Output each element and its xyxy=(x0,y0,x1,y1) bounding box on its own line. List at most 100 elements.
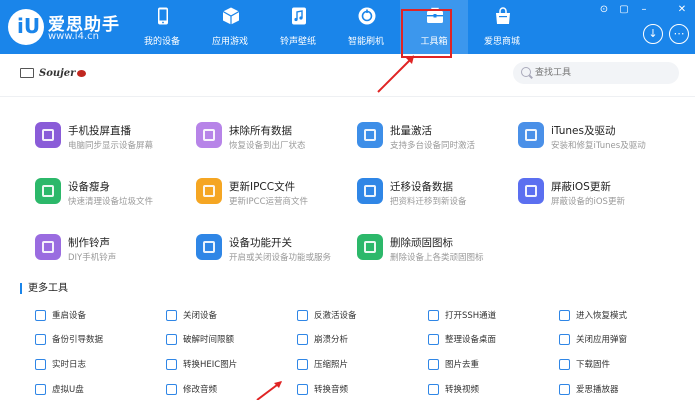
more-tool-item[interactable]: 备份引导数据 xyxy=(35,333,155,347)
audio-convert-icon xyxy=(297,384,308,395)
more-tool-label: 修改音频 xyxy=(183,385,218,395)
tool-title: 更新IPCC文件 xyxy=(229,181,296,193)
more-tool-item[interactable]: 下载固件 xyxy=(559,358,679,372)
more-tool-label: 爱思播放器 xyxy=(576,385,619,395)
divider xyxy=(0,96,695,97)
tool-description: 恢复设备到出厂状态 xyxy=(229,141,306,151)
more-tool-label: 转换音频 xyxy=(314,385,349,395)
tool-card[interactable]: 屏蔽iOS更新 屏蔽设备的iOS更新 xyxy=(518,178,678,212)
more-tool-item[interactable]: 打开SSH通道 xyxy=(428,309,548,323)
brand-url: www.i4.cn xyxy=(48,31,99,42)
tool-card[interactable]: 手机投屏直播 电脑同步显示设备屏幕 xyxy=(35,122,195,156)
tool-description: 电脑同步显示设备屏幕 xyxy=(68,141,154,151)
maximize-icon[interactable]: ▢ xyxy=(618,4,630,16)
tool-description: 开启或关闭设备功能或服务 xyxy=(229,253,332,263)
log-icon xyxy=(35,359,46,370)
firmware-icon xyxy=(559,359,570,370)
more-tool-item[interactable]: 整理设备桌面 xyxy=(428,333,548,347)
more-tool-item[interactable]: 转换音频 xyxy=(297,383,417,397)
logo-mark: iU xyxy=(17,14,41,38)
more-tool-item[interactable]: 重启设备 xyxy=(35,309,155,323)
computer-icon xyxy=(20,68,34,78)
recovery-icon xyxy=(559,310,570,321)
close-icon[interactable]: ✕ xyxy=(676,4,688,16)
tool-card[interactable]: 迁移设备数据 把资料迁移到新设备 xyxy=(357,178,517,212)
cube-icon xyxy=(222,7,240,25)
more-tool-item[interactable]: 转换视频 xyxy=(428,383,548,397)
more-button[interactable]: ⋯ xyxy=(669,24,689,44)
more-tool-item[interactable]: 压缩照片 xyxy=(297,358,417,372)
tool-card[interactable]: 抹除所有数据恢复设备到出厂状态 xyxy=(196,122,356,156)
tool-description: 快速清理设备垃圾文件 xyxy=(68,197,154,207)
desktop-organize-icon xyxy=(428,334,439,345)
phone-icon xyxy=(158,7,168,25)
power-icon xyxy=(166,310,177,321)
skin-icon[interactable]: ⊙ xyxy=(598,4,610,16)
nav-apps-games[interactable]: 应用游戏 xyxy=(196,0,264,54)
tool-description: 支持多台设备同时激活 xyxy=(390,141,476,151)
itunes-icon xyxy=(518,122,544,148)
more-tool-label: 关闭设备 xyxy=(183,311,218,321)
more-tool-label: 备份引导数据 xyxy=(52,335,104,345)
search-icon xyxy=(521,67,531,77)
minimize-icon[interactable]: – xyxy=(638,4,650,16)
annotation-arrow-bottom xyxy=(256,381,282,400)
more-tool-label: 破解时间限额 xyxy=(183,335,235,345)
screen-mirror-icon xyxy=(35,122,61,148)
tool-title: iTunes及驱动 xyxy=(551,125,616,137)
more-tool-item[interactable]: 进入恢复模式 xyxy=(559,309,679,323)
more-tool-item[interactable]: 实时日志 xyxy=(35,358,155,372)
nav-smart-flash[interactable]: 智能刷机 xyxy=(332,0,400,54)
tool-description: DIY手机铃声 xyxy=(68,253,117,263)
tool-card[interactable]: 制作铃声 DIY手机铃声 xyxy=(35,234,195,268)
more-tool-item[interactable]: 爱思播放器 xyxy=(559,383,679,397)
music-icon xyxy=(292,7,306,25)
more-tool-label: 崩溃分析 xyxy=(314,335,349,345)
nav-store[interactable]: 爱思商城 xyxy=(468,0,536,54)
ringtone-icon xyxy=(35,234,61,260)
more-tools-title: 更多工具 xyxy=(20,283,68,294)
more-tool-item[interactable]: 反激活设备 xyxy=(297,309,417,323)
device-selector[interactable]: Soujer xyxy=(20,66,87,80)
more-tool-item[interactable]: 转换HEIC图片 xyxy=(166,358,286,372)
nav-label: 我的设备 xyxy=(143,37,180,47)
tool-card[interactable]: iTunes及驱动安装和修复iTunes及驱动 xyxy=(518,122,678,156)
eraser-icon xyxy=(196,122,222,148)
more-tool-item[interactable]: 关闭设备 xyxy=(166,309,286,323)
more-tool-label: 压缩照片 xyxy=(314,360,349,370)
tool-card[interactable]: 设备功能开关 开启或关闭设备功能或服务 xyxy=(196,234,356,268)
nav-label: 智能刷机 xyxy=(347,37,384,47)
flash-icon xyxy=(358,7,376,25)
more-tool-item[interactable]: 崩溃分析 xyxy=(297,333,417,347)
tool-card[interactable]: 批量激活 支持多台设备同时激活 xyxy=(357,122,517,156)
migrate-icon xyxy=(357,178,383,204)
more-tool-label: 进入恢复模式 xyxy=(576,311,628,321)
ssh-icon xyxy=(428,310,439,321)
tool-title: 删除顽固图标 xyxy=(390,237,453,249)
batch-activate-icon xyxy=(357,122,383,148)
search-input[interactable] xyxy=(535,65,665,81)
usb-icon xyxy=(35,384,46,395)
app-logo: iU xyxy=(8,9,44,45)
download-button[interactable]: ↓ xyxy=(643,24,663,44)
dedupe-icon xyxy=(428,359,439,370)
more-tool-item[interactable]: 虚拟U盘 xyxy=(35,383,155,397)
nav-ringtones-wallpapers[interactable]: 铃声壁纸 xyxy=(264,0,332,54)
heic-icon xyxy=(166,359,177,370)
more-tool-label: 实时日志 xyxy=(52,360,87,370)
restart-icon xyxy=(35,310,46,321)
tool-card[interactable]: 更新IPCC文件 更新IPCC运营商文件 xyxy=(196,178,356,212)
nav-label: 铃声壁纸 xyxy=(279,37,316,47)
more-tool-label: 关闭应用弹窗 xyxy=(576,335,628,345)
tool-title: 抹除所有数据 xyxy=(229,125,292,137)
more-tool-item[interactable]: 图片去重 xyxy=(428,358,548,372)
tool-description: 安装和修复iTunes及驱动 xyxy=(551,141,646,151)
main-nav: 我的设备 应用游戏 铃声壁纸 智能刷机 工具箱 爱思商城 xyxy=(128,0,536,54)
nav-label: 应用游戏 xyxy=(211,37,248,47)
tool-card[interactable]: 删除顽固图标 删除设备上各类顽固图标 xyxy=(357,234,517,268)
nav-my-device[interactable]: 我的设备 xyxy=(128,0,196,54)
more-tool-item[interactable]: 关闭应用弹窗 xyxy=(559,333,679,347)
tool-card[interactable]: 设备瘦身 快速清理设备垃圾文件 xyxy=(35,178,195,212)
more-tool-item[interactable]: 破解时间限额 xyxy=(166,333,286,347)
tool-title: 屏蔽iOS更新 xyxy=(551,181,611,193)
